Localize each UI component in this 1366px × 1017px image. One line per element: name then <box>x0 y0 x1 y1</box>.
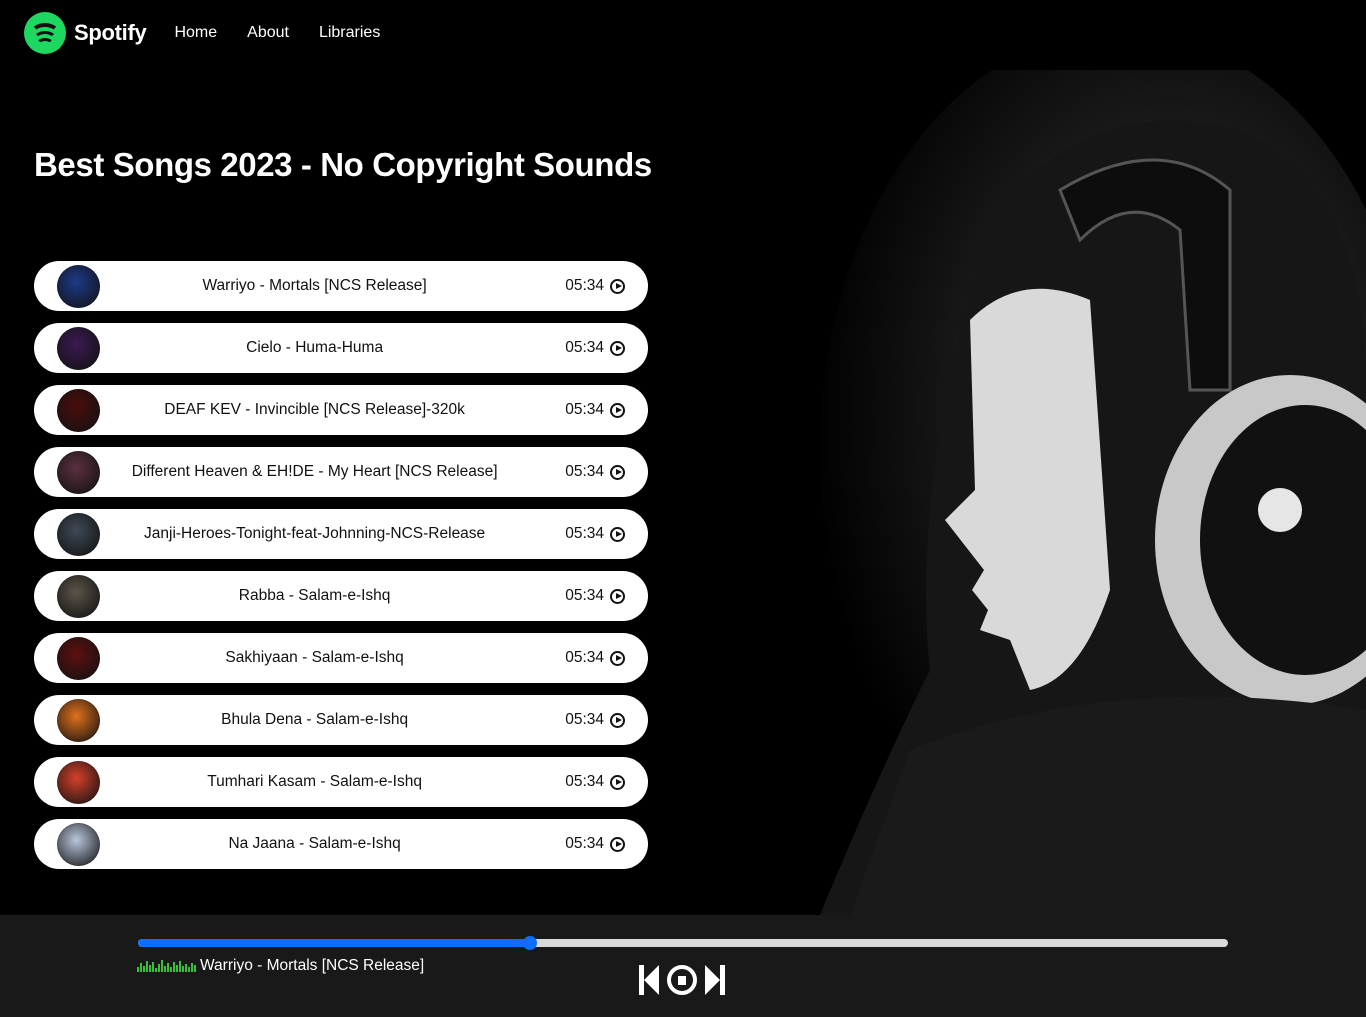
song-name: Warriyo - Mortals [NCS Release] <box>202 277 427 294</box>
song-name: Janji-Heroes-Tonight-feat-Johnning-NCS-R… <box>144 525 486 542</box>
now-playing: Warriyo - Mortals [NCS Release] <box>137 957 424 975</box>
nav-link-libraries[interactable]: Libraries <box>319 24 380 42</box>
song-cover <box>57 760 100 804</box>
song-duration: 05:34 <box>565 401 604 418</box>
play-circle-icon[interactable] <box>610 526 625 542</box>
progress-bar[interactable] <box>138 936 1228 950</box>
song-item[interactable]: Bhula Dena - Salam-e-Ishq 05:34 <box>34 695 648 745</box>
pause-icon[interactable] <box>667 965 697 995</box>
song-cover <box>57 388 100 432</box>
brand[interactable]: Spotify <box>24 12 147 54</box>
song-duration: 05:34 <box>565 587 604 604</box>
page: Spotify Home About Libraries Best Songs … <box>0 0 1366 1017</box>
brand-name: Spotify <box>74 20 147 45</box>
song-name: Tumhari Kasam - Salam-e-Ishq <box>207 773 422 790</box>
song-duration: 05:34 <box>565 711 604 728</box>
hero-image <box>760 70 1366 915</box>
song-duration: 05:34 <box>565 339 604 356</box>
progress-fill <box>138 939 531 947</box>
song-item[interactable]: Warriyo - Mortals [NCS Release] 05:34 <box>34 261 648 311</box>
song-item[interactable]: Tumhari Kasam - Salam-e-Ishq 05:34 <box>34 757 648 807</box>
play-circle-icon[interactable] <box>610 464 625 480</box>
song-cover <box>57 822 100 866</box>
play-circle-icon[interactable] <box>610 588 625 604</box>
song-duration: 05:34 <box>565 525 604 542</box>
song-name: Sakhiyaan - Salam-e-Ishq <box>225 649 404 666</box>
song-item[interactable]: Sakhiyaan - Salam-e-Ishq 05:34 <box>34 633 648 683</box>
song-name: Different Heaven & EH!DE - My Heart [NCS… <box>131 463 498 480</box>
song-item[interactable]: Different Heaven & EH!DE - My Heart [NCS… <box>34 447 648 497</box>
play-circle-icon[interactable] <box>610 340 625 356</box>
song-cover <box>57 574 100 618</box>
song-duration: 05:34 <box>565 773 604 790</box>
song-cover <box>57 698 100 742</box>
song-item[interactable]: Cielo - Huma-Huma 05:34 <box>34 323 648 373</box>
playlist-title: Best Songs 2023 - No Copyright Sounds <box>34 146 652 183</box>
song-item[interactable]: Rabba - Salam-e-Ishq 05:34 <box>34 571 648 621</box>
song-cover <box>57 264 100 308</box>
song-duration: 05:34 <box>565 649 604 666</box>
previous-icon[interactable] <box>637 965 661 995</box>
play-circle-icon[interactable] <box>610 774 625 790</box>
play-circle-icon[interactable] <box>610 836 625 852</box>
now-playing-title: Warriyo - Mortals [NCS Release] <box>200 957 425 974</box>
song-duration: 05:34 <box>565 277 604 294</box>
song-name: Cielo - Huma-Huma <box>246 339 384 356</box>
song-cover <box>57 636 100 680</box>
spotify-logo-icon <box>24 12 66 54</box>
nav-link-home[interactable]: Home <box>174 24 217 42</box>
top-navbar: Spotify Home About Libraries <box>0 0 1366 66</box>
song-name: Bhula Dena - Salam-e-Ishq <box>221 711 409 728</box>
song-name: DEAF KEV - Invincible [NCS Release]-320k <box>164 401 465 418</box>
song-name: Rabba - Salam-e-Ishq <box>238 587 391 604</box>
song-item[interactable]: DEAF KEV - Invincible [NCS Release]-320k… <box>34 385 648 435</box>
player-bar: Warriyo - Mortals [NCS Release] <box>0 915 1366 1017</box>
song-cover <box>57 326 100 370</box>
play-circle-icon[interactable] <box>610 278 625 294</box>
song-duration: 05:34 <box>565 463 604 480</box>
song-duration: 05:34 <box>565 835 604 852</box>
next-icon[interactable] <box>703 965 727 995</box>
song-name: Na Jaana - Salam-e-Ishq <box>228 835 401 852</box>
equalizer-icon <box>137 960 196 972</box>
song-cover <box>57 512 100 556</box>
song-item[interactable]: Na Jaana - Salam-e-Ishq 05:34 <box>34 819 648 869</box>
nav-link-about[interactable]: About <box>247 24 289 42</box>
song-list: Warriyo - Mortals [NCS Release] 05:34 Ciel… <box>34 261 648 881</box>
play-circle-icon[interactable] <box>610 402 625 418</box>
play-circle-icon[interactable] <box>610 650 625 666</box>
song-item[interactable]: Janji-Heroes-Tonight-feat-Johnning-NCS-R… <box>34 509 648 559</box>
playback-controls <box>637 965 727 995</box>
progress-handle[interactable] <box>523 936 538 950</box>
play-circle-icon[interactable] <box>610 712 625 728</box>
song-cover <box>57 450 100 494</box>
